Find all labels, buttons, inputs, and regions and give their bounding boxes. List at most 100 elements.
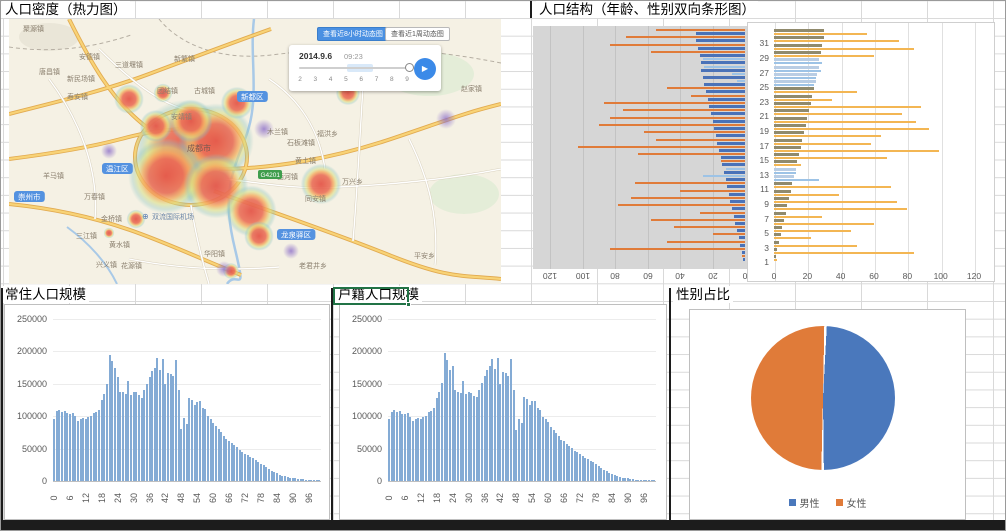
pyramid-bar-left-orange xyxy=(578,146,745,148)
pyramid-bar-left-blue xyxy=(740,244,745,247)
town-label: 黄土镇 xyxy=(295,156,316,165)
left-axis-tick: 20 xyxy=(701,271,725,281)
legend-swatch xyxy=(789,499,796,506)
right-axis-tick: 100 xyxy=(929,271,953,281)
selection-fill-handle[interactable] xyxy=(406,302,411,307)
pyramid-bar-right-gray xyxy=(774,146,801,149)
town-label: 万春镇 xyxy=(84,192,105,201)
divider xyxy=(669,288,671,520)
pyramid-bar-right-yellow xyxy=(774,208,907,210)
gridline xyxy=(942,23,943,281)
pyramid-bar-left-orange xyxy=(732,73,745,75)
pyramid-bar-right-gray xyxy=(774,117,807,120)
right-axis-tick: 40 xyxy=(829,271,853,281)
pyramid-bar-left-orange xyxy=(726,168,746,170)
pyramid-bar-right-gray xyxy=(774,255,776,258)
pyramid-bar-left-blue xyxy=(734,215,745,218)
gridline xyxy=(908,23,909,281)
x-axis-tick: 0 xyxy=(49,487,59,509)
x-axis-tick: 30 xyxy=(129,487,139,509)
town-label: 花源镇 xyxy=(121,261,142,270)
pyramid-bar-left-orange xyxy=(680,190,745,192)
town-label: 石板滩镇 xyxy=(287,138,315,147)
pyramid-bar-right-yellow xyxy=(774,194,839,196)
pyramid-bar-left-blue xyxy=(698,47,745,50)
pyramid-bar-right-yellow xyxy=(774,113,902,115)
selected-cell-outline xyxy=(333,287,409,305)
x-axis-tick: 48 xyxy=(176,487,186,509)
y-axis-tick: 0 xyxy=(342,476,382,486)
right-axis-tick: 120 xyxy=(962,271,986,281)
airport-icon: ⊕ xyxy=(142,212,149,221)
gridline xyxy=(550,26,551,269)
pyramid-bar-left-blue xyxy=(722,163,745,166)
pyramid-bar-left-orange xyxy=(610,117,745,119)
district-badge-label: 温江区 xyxy=(106,165,129,174)
legend-item-female[interactable]: 女性 xyxy=(836,495,867,510)
pyramid-bar-left-blue xyxy=(709,105,745,108)
x-axis-tick: 12 xyxy=(81,487,91,509)
pyramid-bar-right-gray xyxy=(774,153,799,156)
cell-title-pyramid[interactable]: 人口结构（年龄、性别双向条形图） xyxy=(536,1,758,18)
pyramid-bar-left-blue xyxy=(714,127,745,130)
cell-title-resident[interactable]: 常住人口规模 xyxy=(2,286,89,303)
pyramid-bar-left-orange xyxy=(704,66,745,68)
population-pyramid-chart[interactable]: 1201008060402000204060801001201357911131… xyxy=(531,19,1001,289)
divider xyxy=(331,288,333,520)
pyramid-bar-left-orange xyxy=(610,248,745,250)
heatmap-map[interactable]: 聚源镇唐昌镇新民场镇安德镇三道堰镇新繁镇团结镇古城镇寿安镇安靖镇木兰镇石板滩镇福… xyxy=(9,19,501,284)
pyramid-bar-left-orange xyxy=(635,182,746,184)
pyramid-bar-right-yellow xyxy=(774,121,916,123)
right-axis-tick: 60 xyxy=(862,271,886,281)
pyramid-bar-left-orange xyxy=(626,36,745,38)
park-area xyxy=(429,174,499,214)
legend-item-male[interactable]: 男性 xyxy=(789,495,820,510)
gender-pie-chart[interactable]: 男性 女性 xyxy=(689,309,966,520)
pyramid-bar-left-blue xyxy=(716,134,745,137)
pyramid-bar-left-orange xyxy=(691,95,745,97)
town-label: 唐昌镇 xyxy=(39,67,60,76)
resident-histogram-chart[interactable]: 2500002000001500001000005000000612182430… xyxy=(4,304,330,520)
pyramid-bar-right-yellow xyxy=(774,201,897,203)
town-label: 平安乡 xyxy=(414,251,435,260)
time-slider-knob[interactable] xyxy=(405,63,414,72)
pyramid-bar-left-orange xyxy=(631,197,745,199)
left-axis-tick: 80 xyxy=(603,271,627,281)
age-label: 27 xyxy=(751,68,769,78)
view-8h-button[interactable]: 查看近8小时动态图 xyxy=(317,27,389,41)
gridline xyxy=(388,384,656,385)
pyramid-bar-right-gray xyxy=(774,109,809,112)
pyramid-bar-right-gray xyxy=(774,168,796,171)
pyramid-bar-left-blue xyxy=(706,90,745,93)
pyramid-bar-left-blue xyxy=(727,185,745,188)
town-label: 福洪乡 xyxy=(317,129,338,138)
cell-title-heatmap[interactable]: 人口密度（热力图） xyxy=(2,1,130,18)
town-label: 新繁镇 xyxy=(174,54,195,63)
pyramid-bar-left-blue xyxy=(743,258,745,261)
pyramid-bar-right-yellow xyxy=(774,216,822,218)
right-axis-tick: 20 xyxy=(795,271,819,281)
play-button[interactable]: ▶ xyxy=(414,58,436,80)
x-axis-tick: 78 xyxy=(591,487,601,509)
time-slider-track[interactable] xyxy=(299,67,411,69)
pyramid-bar-right-gray xyxy=(774,44,822,47)
x-axis-tick: 90 xyxy=(288,487,298,509)
city-label: 成都市 xyxy=(187,143,211,153)
legend-label: 女性 xyxy=(847,495,867,510)
town-label: 羊马镇 xyxy=(43,171,64,180)
pyramid-bar-left-blue xyxy=(701,61,745,64)
pyramid-bar-left-blue xyxy=(713,120,746,123)
legend-label: 男性 xyxy=(800,495,820,510)
x-axis-tick: 84 xyxy=(272,487,282,509)
pyramid-bar-right-gray xyxy=(774,124,806,127)
pyramid-bar-right-gray xyxy=(774,219,784,222)
age-label: 31 xyxy=(751,38,769,48)
age-label: 5 xyxy=(751,228,769,238)
view-1week-button[interactable]: 查看近1周动态图 xyxy=(385,27,450,41)
town-label: 木兰镇 xyxy=(267,127,288,136)
town-label: 金桥镇 xyxy=(101,214,122,223)
x-axis-tick: 12 xyxy=(416,487,426,509)
left-axis-tick: 40 xyxy=(668,271,692,281)
registered-histogram-chart[interactable]: 2500002000001500001000005000000612182430… xyxy=(339,304,667,520)
heat-spot xyxy=(169,99,212,142)
